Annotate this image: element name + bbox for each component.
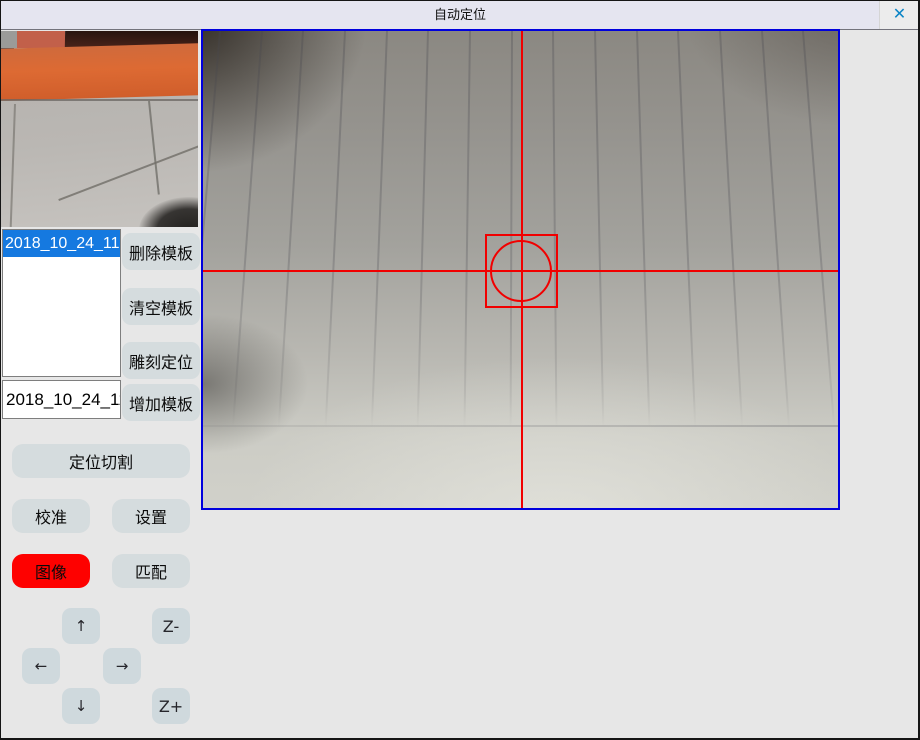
ceiling-slat-line: [417, 31, 429, 428]
jog-right-button[interactable]: →: [103, 648, 141, 684]
match-button[interactable]: 匹配: [112, 554, 190, 588]
jog-down-button[interactable]: ↓: [62, 688, 100, 724]
image-button[interactable]: 图像: [12, 554, 90, 588]
ceiling-slat-line: [802, 31, 835, 427]
jog-up-button[interactable]: ↑: [62, 608, 100, 644]
thumb-orange-board: [1, 43, 198, 101]
left-arrow-icon: ←: [35, 657, 48, 675]
thumb-tile-line: [148, 101, 160, 195]
jog-left-button[interactable]: ←: [22, 648, 60, 684]
down-arrow-icon: ↓: [75, 697, 88, 715]
camera-view[interactable]: [201, 29, 840, 510]
roi-circle: [490, 240, 552, 302]
ceiling-slat-line: [761, 31, 790, 427]
right-arrow-icon: →: [116, 657, 129, 675]
calibrate-button[interactable]: 校准: [12, 499, 90, 533]
ceiling-slat-line: [636, 31, 650, 428]
ceiling-slat-line: [463, 31, 471, 428]
thumb-orange-chip: [17, 31, 65, 48]
thumb-tile-line: [1, 99, 198, 101]
clear-templates-button[interactable]: 清空模板: [122, 288, 200, 325]
settings-button[interactable]: 设置: [112, 499, 190, 533]
position-cut-button[interactable]: 定位切割: [12, 444, 190, 478]
title-bar: 自动定位 ✕: [1, 1, 919, 30]
template-preview-image: [1, 31, 198, 227]
engrave-position-button[interactable]: 雕刻定位: [122, 342, 200, 379]
thumb-dark-object: [139, 197, 198, 227]
ceiling-slat-line: [510, 31, 513, 428]
ceiling-slat-line: [371, 31, 388, 428]
ceiling-slat-line: [278, 31, 304, 427]
ceiling-slat-line: [203, 31, 221, 427]
ceiling-slat-line: [594, 31, 604, 428]
jog-z-plus-button[interactable]: Z+: [152, 688, 190, 724]
template-list[interactable]: 2018_10_24_11: [2, 229, 121, 377]
ceiling-slat-line: [232, 31, 263, 427]
up-arrow-icon: ↑: [75, 617, 88, 635]
dialog-title: 自动定位: [1, 1, 919, 29]
add-template-button[interactable]: 增加模板: [122, 384, 200, 421]
close-icon: ✕: [893, 7, 906, 23]
delete-template-button[interactable]: 删除模板: [122, 233, 200, 270]
thumb-grey-chip: [1, 31, 17, 48]
camera-feed: [203, 31, 838, 508]
ceiling-slat-line: [552, 31, 557, 428]
template-list-item[interactable]: 2018_10_24_11: [3, 230, 120, 257]
auto-position-dialog: 自动定位 ✕ 2018_10_24_11 删除模板 清空模板 雕刻定位 增加模板…: [0, 0, 920, 740]
thumb-tile-line: [58, 145, 198, 201]
ceiling-slat-line: [677, 31, 696, 428]
ceiling-slat-line: [325, 31, 346, 428]
thumb-tile-line: [10, 104, 16, 227]
template-name-input[interactable]: [2, 380, 121, 419]
ceiling-slat-line: [719, 31, 743, 427]
jog-z-minus-button[interactable]: Z-: [152, 608, 190, 644]
close-button[interactable]: ✕: [879, 1, 919, 29]
